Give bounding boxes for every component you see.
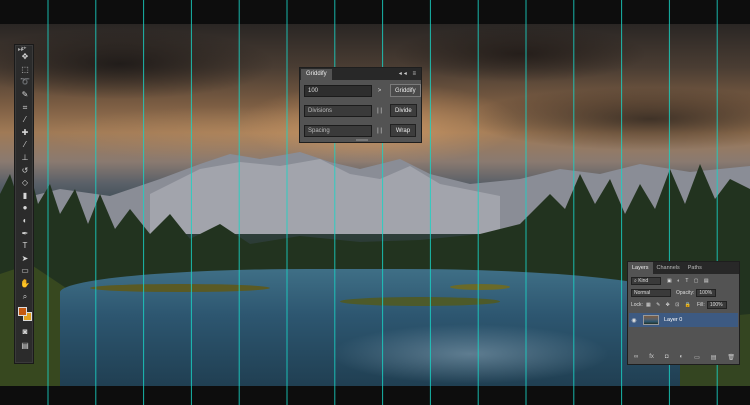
spacing-input[interactable]: Spacing	[304, 124, 372, 137]
lock-label: Lock:	[631, 302, 643, 308]
layer-thumbnail	[643, 315, 659, 325]
fill-input[interactable]: 100%	[706, 301, 727, 309]
griddify-button[interactable]: Griddify	[390, 84, 421, 97]
quick-mask-icon[interactable]: ◙	[15, 325, 35, 339]
layers-footer: ∞ fx ◘ ◐ ▭ ▤ 🗑	[634, 353, 735, 361]
rectangle-tool-icon[interactable]: ▭	[15, 265, 35, 278]
layer-name[interactable]: Layer 0	[664, 317, 682, 323]
eyedropper-tool-icon[interactable]: ⁄	[15, 114, 35, 127]
fx-icon[interactable]: fx	[649, 354, 654, 360]
trash-icon[interactable]: 🗑	[727, 354, 735, 361]
opacity-input[interactable]: 100%	[696, 289, 717, 297]
panel-header: Griddify ◂◂ ≡	[300, 68, 421, 80]
resize-handle[interactable]	[356, 139, 368, 141]
separator: | |	[377, 107, 382, 114]
healing-brush-icon[interactable]: ✚	[15, 127, 35, 140]
eye-icon[interactable]: ◉	[629, 317, 639, 324]
wrap-button[interactable]: Wrap	[390, 124, 416, 137]
griddify-panel: Griddify ◂◂ ≡ 100 > Griddify Divisions |…	[299, 67, 422, 143]
islet	[90, 284, 270, 292]
kind-filter[interactable]: ⌕ Kind	[631, 277, 661, 285]
lasso-tool-icon[interactable]: ➰	[15, 76, 35, 89]
islet	[340, 297, 500, 306]
lake-reflection	[330, 324, 610, 384]
marquee-tool-icon[interactable]: ⬚	[15, 64, 35, 77]
type-tool-icon[interactable]: T	[15, 240, 35, 253]
history-brush-icon[interactable]: ↺	[15, 164, 35, 177]
layer-row[interactable]: ◉ Layer 0	[629, 313, 738, 327]
tab-paths[interactable]: Paths	[684, 262, 706, 274]
adjustment-layer-icon[interactable]: ◐	[679, 354, 683, 360]
color-swatches[interactable]	[15, 303, 35, 325]
fill-label: Fill:	[697, 302, 705, 308]
gradient-tool-icon[interactable]: ▮	[15, 190, 35, 203]
lock-icons[interactable]: ▦ ✎ ✥ ⊡ 🔒	[646, 302, 693, 308]
islet	[450, 284, 510, 290]
foreground-color-swatch[interactable]	[18, 306, 27, 316]
dodge-tool-icon[interactable]: ◐	[15, 215, 35, 228]
tools-panel: ▸▸ ✥ ⬚ ➰ ✎ ⌗ ⁄ ✚ ⁄ ⊥ ↺ ◇ ▮ ● ◐ ✒ T ➤ ▭ ✋ ⌕ ◙ ▤	[14, 44, 34, 364]
hand-tool-icon[interactable]: ✋	[15, 278, 35, 291]
kind-label: Kind	[638, 278, 649, 284]
blend-mode-select[interactable]: Normal	[631, 289, 671, 297]
filter-icons[interactable]: ▣ ◐ T ▢ ▤	[667, 278, 711, 284]
value-input[interactable]: 100	[304, 84, 372, 97]
add-mask-icon[interactable]: ◘	[665, 354, 669, 360]
zoom-tool-icon[interactable]: ⌕	[15, 290, 35, 303]
layers-tabs: Layers Channels Paths	[628, 262, 739, 274]
new-layer-icon[interactable]: ▤	[711, 354, 717, 361]
eraser-tool-icon[interactable]: ◇	[15, 177, 35, 190]
layers-panel: Layers Channels Paths ⌕ Kind ▣ ◐ T ▢ ▤ N…	[627, 261, 740, 365]
tab-layers[interactable]: Layers	[628, 262, 653, 274]
path-select-icon[interactable]: ➤	[15, 253, 35, 266]
brush-tool-icon[interactable]: ⁄	[15, 139, 35, 152]
separator: | |	[377, 127, 382, 134]
quick-select-tool-icon[interactable]: ✎	[15, 89, 35, 102]
crop-tool-icon[interactable]: ⌗	[15, 101, 35, 114]
divide-button[interactable]: Divide	[390, 104, 417, 117]
collapse-icon[interactable]: ▸▸	[18, 46, 24, 53]
tab-channels[interactable]: Channels	[653, 262, 684, 274]
opacity-label: Opacity:	[676, 290, 695, 296]
clone-stamp-icon[interactable]: ⊥	[15, 152, 35, 165]
link-layers-icon[interactable]: ∞	[634, 354, 638, 360]
screen-mode-icon[interactable]: ▤	[15, 339, 35, 353]
tab-griddify[interactable]: Griddify	[301, 69, 332, 80]
arrow-icon: >	[377, 87, 382, 94]
blur-tool-icon[interactable]: ●	[15, 202, 35, 215]
panel-menu-icon[interactable]: ◂◂ ≡	[399, 70, 418, 77]
pen-tool-icon[interactable]: ✒	[15, 227, 35, 240]
new-group-icon[interactable]: ▭	[694, 354, 700, 361]
divisions-input[interactable]: Divisions	[304, 104, 372, 117]
